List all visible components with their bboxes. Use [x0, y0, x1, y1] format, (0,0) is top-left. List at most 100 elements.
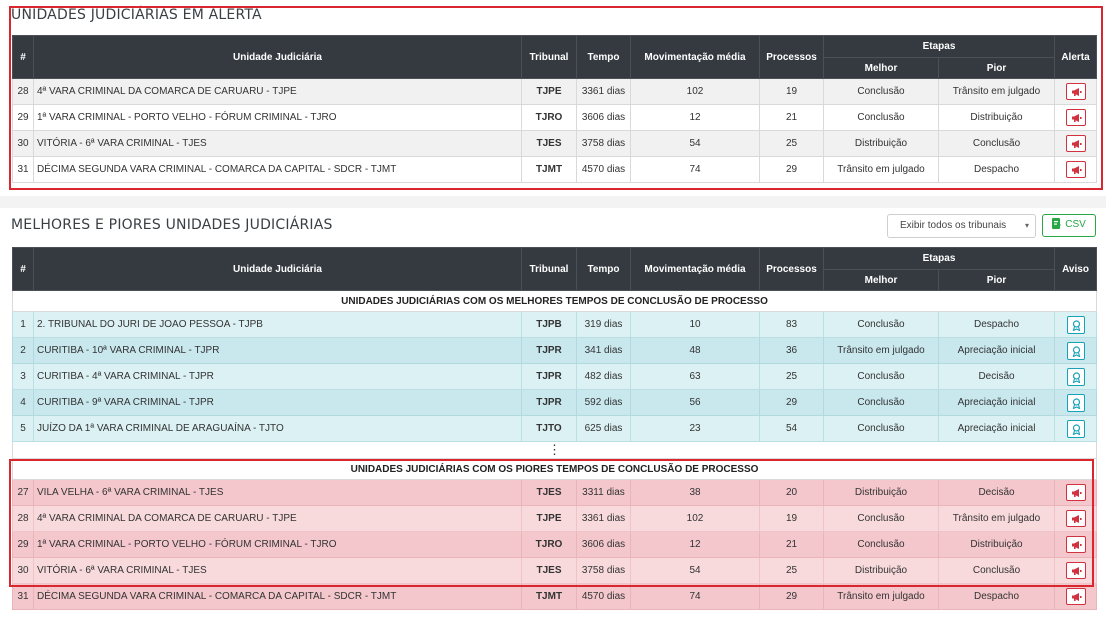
worst-stage: Distribuição	[937, 531, 1056, 558]
table-row: 28 4ª VARA CRIMINAL DA COMARCA DE CARUARU…	[12, 78, 1098, 105]
table-row: 31 DÉCIMA SEGUNDA VARA CRIMINAL - COMARCA…	[12, 156, 1098, 183]
best-stage: Conclusão	[823, 389, 939, 416]
average-movement: 54	[630, 557, 760, 584]
csv-export-button[interactable]: CSV	[1042, 214, 1096, 237]
ranking-panel-title: MELHORES E PIORES UNIDADES JUDICIÁRIAS	[11, 217, 333, 233]
worst-stage: Despacho	[937, 156, 1056, 183]
row-number: 2	[12, 337, 34, 364]
alert-cell	[1054, 130, 1098, 157]
award-icon	[1072, 371, 1080, 383]
best-stage: Conclusão	[823, 415, 939, 442]
bullhorn-icon	[1071, 593, 1082, 601]
alert-button[interactable]	[1065, 536, 1086, 553]
table-row: 1 2. TRIBUNAL DO JURI DE JOAO PESSOA - TJ…	[12, 311, 1098, 338]
col-court-header: Tribunal	[521, 35, 577, 79]
alert-button[interactable]	[1065, 161, 1086, 178]
worst-stage: Conclusão	[937, 130, 1056, 157]
col-stages-header: Etapas	[822, 35, 1056, 58]
unit-name: 4ª VARA CRIMINAL DA COMARCA DE CARUARU -…	[33, 78, 522, 105]
worst-section-label: UNIDADES JUDICIÁRIAS COM OS PIORES TEMPO…	[11, 458, 1098, 480]
worst-stage: Despacho	[937, 311, 1056, 338]
notice-button[interactable]	[1066, 367, 1085, 386]
col-avg-header: Movimentação média	[630, 35, 760, 79]
col-stages-header: Etapas	[822, 247, 1056, 270]
col-unit-header: Unidade Judiciária	[33, 247, 522, 291]
alert-button[interactable]	[1065, 510, 1086, 527]
row-number: 28	[12, 505, 34, 532]
average-movement: 38	[630, 479, 760, 506]
best-stage: Distribuição	[823, 479, 939, 506]
table-row: 29 1ª VARA CRIMINAL - PORTO VELHO - FÓRUM…	[12, 104, 1098, 131]
duration: 482 dias	[576, 363, 631, 390]
unit-name: VITÓRIA - 6ª VARA CRIMINAL - TJES	[33, 557, 522, 584]
unit-name: CURITIBA - 10ª VARA CRIMINAL - TJPR	[33, 337, 522, 364]
table-row: 31 DÉCIMA SEGUNDA VARA CRIMINAL - COMARCA…	[12, 583, 1098, 610]
average-movement: 74	[630, 583, 760, 610]
duration: 3758 dias	[576, 130, 631, 157]
row-number: 27	[12, 479, 34, 506]
court-code: TJMT	[521, 156, 577, 183]
table-row: 2 CURITIBA - 10ª VARA CRIMINAL - TJPR TJPR…	[12, 337, 1098, 364]
table-row: 3 CURITIBA - 4ª VARA CRIMINAL - TJPR TJPR 4…	[12, 363, 1098, 390]
best-stage: Trânsito em julgado	[823, 156, 939, 183]
average-movement: 102	[630, 505, 760, 532]
duration: 341 dias	[576, 337, 631, 364]
alert-table: # Unidade Judiciária Tribunal Tempo Movi…	[12, 35, 1098, 183]
alert-button[interactable]	[1065, 109, 1086, 126]
worst-stage: Conclusão	[937, 557, 1056, 584]
best-stage: Conclusão	[823, 363, 939, 390]
average-movement: 74	[630, 156, 760, 183]
average-movement: 56	[630, 389, 760, 416]
col-best-header: Melhor	[823, 57, 939, 79]
alert-panel-title: UNIDADES JUDICIÁRIAS EM ALERTA	[11, 7, 262, 23]
notice-button[interactable]	[1066, 341, 1085, 360]
col-time-header: Tempo	[576, 247, 631, 291]
row-number: 30	[12, 130, 34, 157]
process-count: 29	[759, 583, 824, 610]
notice-button[interactable]	[1066, 393, 1085, 412]
notice-button[interactable]	[1066, 419, 1085, 438]
court-code: TJPR	[521, 337, 577, 364]
court-filter-select[interactable]: Exibir todos os tribunais ▾	[887, 214, 1036, 238]
best-stage: Distribuição	[823, 130, 939, 157]
alert-button[interactable]	[1065, 83, 1086, 100]
court-code: TJTO	[521, 415, 577, 442]
unit-name: 4ª VARA CRIMINAL DA COMARCA DE CARUARU -…	[33, 505, 522, 532]
alert-button[interactable]	[1065, 562, 1086, 579]
col-avg-header: Movimentação média	[630, 247, 760, 291]
duration: 3361 dias	[576, 78, 631, 105]
best-stage: Conclusão	[823, 531, 939, 558]
alert-button[interactable]	[1065, 484, 1086, 501]
table-row: 27 VILA VELHA - 6ª VARA CRIMINAL - TJES TJ…	[12, 479, 1098, 506]
row-number: 29	[12, 104, 34, 131]
worst-stage: Trânsito em julgado	[937, 505, 1056, 532]
row-number: 1	[12, 311, 34, 338]
alert-button[interactable]	[1065, 135, 1086, 152]
alert-cell	[1054, 505, 1098, 532]
court-code: TJES	[521, 130, 577, 157]
duration: 3311 dias	[576, 479, 631, 506]
average-movement: 12	[630, 531, 760, 558]
panel-divider	[0, 196, 1106, 208]
best-stage: Conclusão	[823, 104, 939, 131]
process-count: 21	[759, 531, 824, 558]
notice-cell	[1054, 337, 1098, 364]
worst-section-row: UNIDADES JUDICIÁRIAS COM OS PIORES TEMPO…	[11, 458, 1098, 480]
col-num-header: #	[12, 247, 34, 291]
award-icon	[1072, 345, 1080, 357]
alert-cell	[1054, 557, 1098, 584]
duration: 319 dias	[576, 311, 631, 338]
table-row: 28 4ª VARA CRIMINAL DA COMARCA DE CARUARU…	[12, 505, 1098, 532]
row-number: 28	[12, 78, 34, 105]
notice-button[interactable]	[1066, 315, 1085, 334]
duration: 625 dias	[576, 415, 631, 442]
worst-stage: Trânsito em julgado	[937, 78, 1056, 105]
ranking-table: # Unidade Judiciária Tribunal Tempo Movi…	[11, 247, 1098, 610]
col-notice-header: Aviso	[1054, 247, 1098, 291]
worst-stage: Despacho	[937, 583, 1056, 610]
worst-stage: Decisão	[937, 363, 1056, 390]
alert-button[interactable]	[1065, 588, 1086, 605]
col-unit-header: Unidade Judiciária	[33, 35, 522, 79]
col-proc-header: Processos	[759, 247, 824, 291]
csv-label: CSV	[1065, 219, 1086, 230]
